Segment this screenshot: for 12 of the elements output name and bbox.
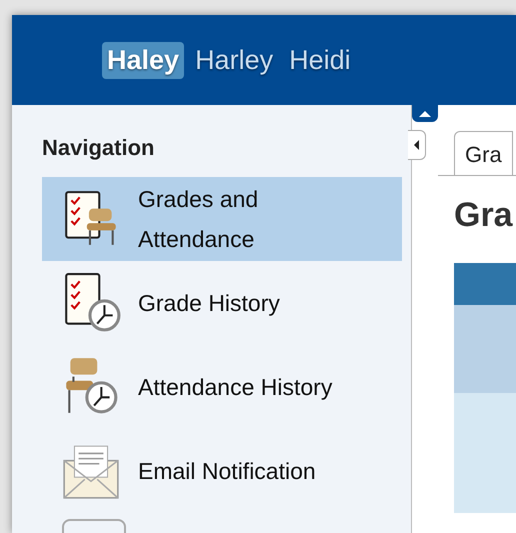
user-tab[interactable]: Haley xyxy=(102,42,184,78)
navigation-title: Navigation xyxy=(42,135,156,161)
nav-item[interactable]: Attendance History xyxy=(42,345,402,429)
content-tab[interactable]: Gra xyxy=(454,131,513,175)
user-tab[interactable]: Heidi xyxy=(284,42,356,78)
collapse-up-button[interactable] xyxy=(412,105,438,122)
nav-item[interactable]: Grades and Attendance xyxy=(42,177,402,261)
nav-item[interactable]: Grade History xyxy=(42,261,402,345)
page-heading: Gra xyxy=(454,196,514,235)
collapse-left-button[interactable] xyxy=(408,130,426,160)
user-tab[interactable]: Harley xyxy=(190,42,278,78)
nav-item[interactable]: Email Notification xyxy=(42,429,402,513)
